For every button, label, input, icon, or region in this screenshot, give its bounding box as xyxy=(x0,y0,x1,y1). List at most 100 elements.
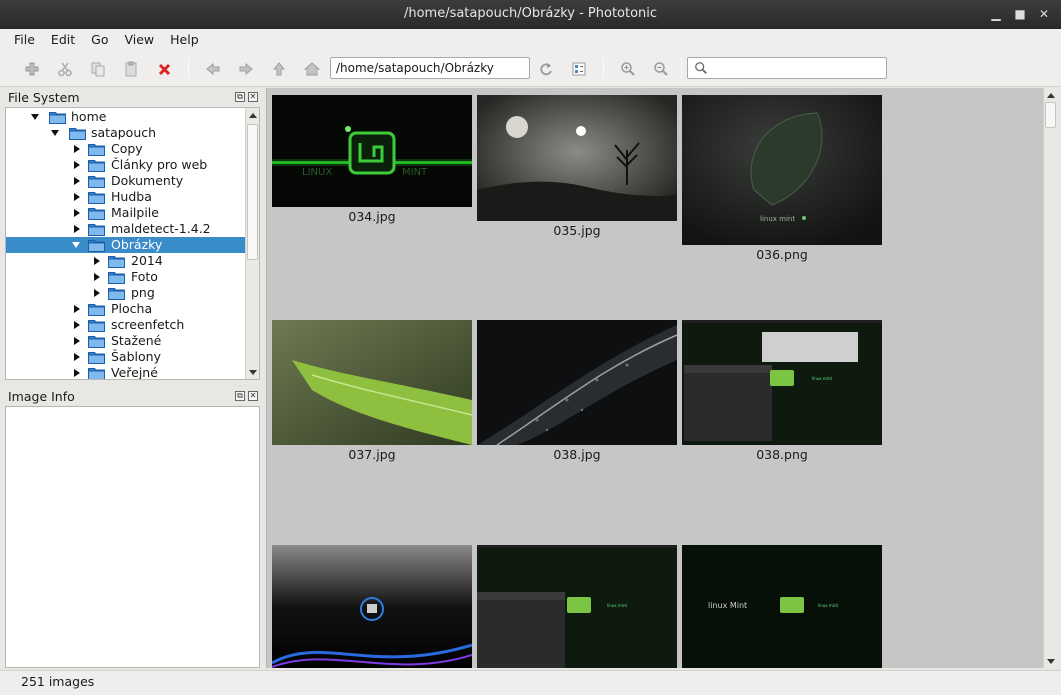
svg-text:MINT: MINT xyxy=(402,167,428,178)
path-input[interactable]: /home/satapouch/Obrázky xyxy=(330,57,530,79)
collapsed-arrow-icon[interactable] xyxy=(74,337,80,345)
tree-item[interactable]: Hudba xyxy=(6,189,246,205)
collapsed-arrow-icon[interactable] xyxy=(74,161,80,169)
collapsed-arrow-icon[interactable] xyxy=(74,209,80,217)
collapsed-arrow-icon[interactable] xyxy=(74,225,80,233)
tree-item-label: png xyxy=(131,285,155,300)
collapsed-arrow-icon[interactable] xyxy=(94,273,100,281)
cut-icon[interactable] xyxy=(54,58,76,80)
expanded-arrow-icon[interactable] xyxy=(72,242,80,248)
close-dock-icon[interactable]: ✕ xyxy=(248,391,258,401)
svg-text:LINUX: LINUX xyxy=(302,167,332,178)
forward-icon[interactable] xyxy=(235,58,257,80)
menu-file[interactable]: File xyxy=(6,32,43,47)
folder-icon xyxy=(88,222,105,236)
delete-icon[interactable] xyxy=(154,58,176,80)
add-icon[interactable] xyxy=(21,58,43,80)
collapsed-arrow-icon[interactable] xyxy=(74,177,80,185)
tree-item[interactable]: png xyxy=(6,285,246,301)
copy-icon[interactable] xyxy=(87,58,109,80)
collapsed-arrow-icon[interactable] xyxy=(74,369,80,377)
float-dock-icon[interactable]: ⧉ xyxy=(235,391,245,401)
collapsed-arrow-icon[interactable] xyxy=(74,305,80,313)
thumbnail-caption: 037.jpg xyxy=(348,447,396,462)
tree-item[interactable]: Stažené xyxy=(6,333,246,349)
refresh-icon[interactable] xyxy=(535,58,557,80)
tree-item[interactable]: Veřejné xyxy=(6,365,246,380)
tree-item-label: Plocha xyxy=(111,301,153,316)
window-title: /home/satapouch/Obrázky - Phototonic xyxy=(403,6,658,21)
tree-item-label: Veřejné xyxy=(111,365,158,380)
home-icon[interactable] xyxy=(301,58,323,80)
thumbnail-image[interactable]: LINUX MINT xyxy=(272,95,472,207)
collapsed-arrow-icon[interactable] xyxy=(74,353,80,361)
tree-item[interactable]: 2014 xyxy=(6,253,246,269)
tree-item[interactable]: Mailpile xyxy=(6,205,246,221)
tree-item[interactable]: home xyxy=(6,109,246,125)
thumbnail-image[interactable] xyxy=(477,95,677,221)
search-input[interactable] xyxy=(687,57,887,79)
thumbnail-caption: 038.png xyxy=(756,447,808,462)
status-text: 251 images xyxy=(21,674,95,689)
thumbnail-image[interactable] xyxy=(272,545,472,668)
expanded-arrow-icon[interactable] xyxy=(31,114,39,120)
thumbnail-image[interactable]: linux mint xyxy=(682,95,882,245)
tree-item-label: screenfetch xyxy=(111,317,185,332)
expanded-arrow-icon[interactable] xyxy=(51,130,59,136)
thumbnail-image[interactable]: linux mint xyxy=(477,545,677,668)
tree-item-label: Foto xyxy=(131,269,158,284)
tree-item-label: home xyxy=(71,109,107,124)
collapsed-arrow-icon[interactable] xyxy=(74,193,80,201)
menu-go[interactable]: Go xyxy=(83,32,116,47)
collapsed-arrow-icon[interactable] xyxy=(74,321,80,329)
tree-item-label: Šablony xyxy=(111,349,161,364)
tree-scrollbar[interactable] xyxy=(245,108,259,379)
tree-item[interactable]: Copy xyxy=(6,141,246,157)
tree-scroll-thumb[interactable] xyxy=(247,124,258,260)
float-dock-icon[interactable]: ⧉ xyxy=(235,92,245,102)
paste-icon[interactable] xyxy=(120,58,142,80)
tree-item[interactable]: satapouch xyxy=(6,125,246,141)
tree-item[interactable]: Dokumenty xyxy=(6,173,246,189)
tree-item[interactable]: Foto xyxy=(6,269,246,285)
folder-icon xyxy=(108,254,125,268)
collapsed-arrow-icon[interactable] xyxy=(74,145,80,153)
close-dock-icon[interactable]: ✕ xyxy=(248,92,258,102)
thumbnail-image[interactable]: linux Mint linux mint xyxy=(682,545,882,668)
menu-help[interactable]: Help xyxy=(162,32,207,47)
tree-item[interactable]: Šablony xyxy=(6,349,246,365)
back-icon[interactable] xyxy=(202,58,224,80)
scroll-up-icon[interactable] xyxy=(1044,88,1057,102)
collapsed-arrow-icon[interactable] xyxy=(94,257,100,265)
maximize-icon[interactable]: ■ xyxy=(1013,7,1027,21)
tree-item[interactable]: Články pro web xyxy=(6,157,246,173)
tree-item[interactable]: screenfetch xyxy=(6,317,246,333)
zoom-out-icon[interactable] xyxy=(650,58,672,80)
menu-edit[interactable]: Edit xyxy=(43,32,83,47)
zoom-in-icon[interactable] xyxy=(617,58,639,80)
tree-item[interactable]: Obrázky xyxy=(6,237,246,253)
scroll-down-icon[interactable] xyxy=(1044,654,1057,668)
folder-icon xyxy=(88,302,105,316)
thumbnail-image[interactable] xyxy=(477,320,677,445)
folder-icon xyxy=(88,334,105,348)
thumbnail-image[interactable] xyxy=(272,320,472,445)
menu-view[interactable]: View xyxy=(116,32,162,47)
tree-item[interactable]: Plocha xyxy=(6,301,246,317)
thumbnail-grid[interactable]: LINUX MINT 034.jpg 035.jpg linux mint 036.png… xyxy=(266,88,1043,668)
thumbnail-scroll-thumb[interactable] xyxy=(1045,102,1056,128)
close-icon[interactable]: ✕ xyxy=(1037,7,1051,21)
svg-text:linux mint: linux mint xyxy=(812,376,832,381)
scroll-up-icon[interactable] xyxy=(246,108,259,122)
up-icon[interactable] xyxy=(268,58,290,80)
thumbnail-scrollbar[interactable] xyxy=(1043,88,1057,668)
minimize-icon[interactable]: ▁ xyxy=(989,7,1003,21)
thumbnail-view-icon[interactable] xyxy=(568,58,590,80)
filesystem-tree[interactable]: Veřejné Šablony Stažené screenfetch Plocha pn… xyxy=(5,107,260,380)
tree-item[interactable]: maldetect-1.4.2 xyxy=(6,221,246,237)
tree-item-label: satapouch xyxy=(91,125,157,140)
thumbnail-image[interactable]: linux mint xyxy=(682,320,882,445)
folder-icon xyxy=(108,286,125,300)
collapsed-arrow-icon[interactable] xyxy=(94,289,100,297)
scroll-down-icon[interactable] xyxy=(246,365,259,379)
